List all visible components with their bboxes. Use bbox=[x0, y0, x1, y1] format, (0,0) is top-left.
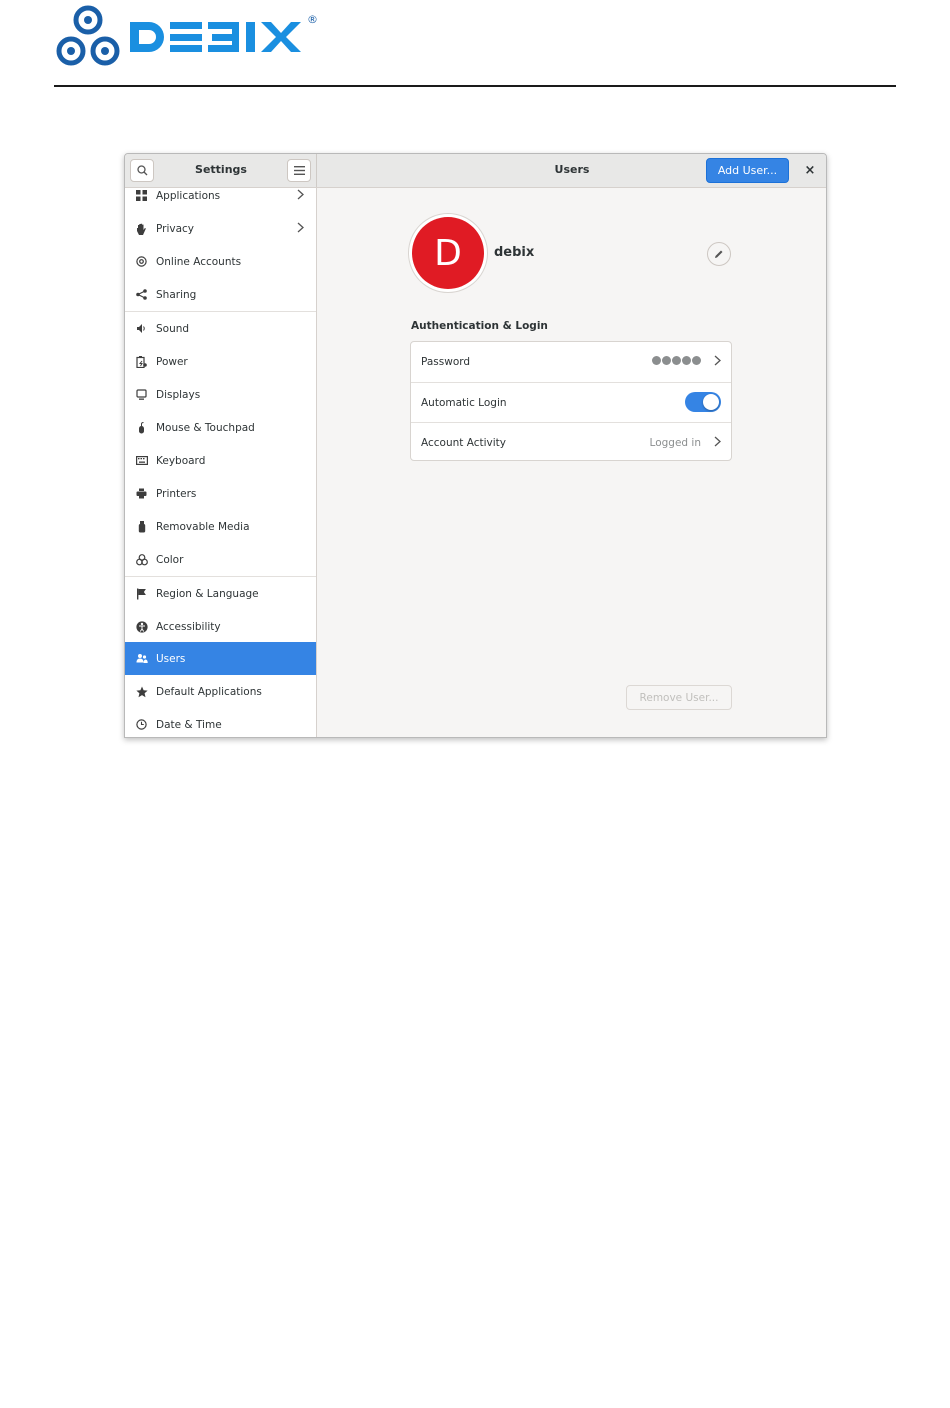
accessibility-icon bbox=[135, 620, 148, 633]
sidebar-item-accessibility[interactable]: Accessibility bbox=[125, 610, 316, 643]
battery-icon bbox=[135, 355, 148, 368]
sidebar-item-label: Applications bbox=[156, 189, 221, 202]
switch-knob bbox=[703, 394, 719, 410]
add-user-button[interactable]: Add User... bbox=[706, 158, 789, 183]
flag-icon bbox=[135, 587, 148, 600]
sidebar-item-mouse-touchpad[interactable]: Mouse & Touchpad bbox=[125, 411, 316, 444]
sidebar-item-label: Sound bbox=[156, 322, 190, 335]
username: debix bbox=[494, 245, 535, 260]
at-icon bbox=[135, 255, 148, 268]
search-icon bbox=[136, 165, 147, 176]
sidebar-item-privacy[interactable]: Privacy bbox=[125, 212, 316, 245]
auth-list: Password Automatic Login Account Activit… bbox=[410, 341, 732, 461]
automatic-login-switch[interactable] bbox=[685, 392, 721, 412]
sidebar-item-label: Mouse & Touchpad bbox=[156, 421, 255, 434]
row-label: Automatic Login bbox=[421, 396, 507, 409]
sidebar-item-removable-media[interactable]: Removable Media bbox=[125, 510, 316, 543]
row-label: Account Activity bbox=[421, 436, 506, 449]
sidebar-item-label: Power bbox=[156, 355, 188, 368]
sidebar-item-date-time[interactable]: Date & Time bbox=[125, 708, 316, 737]
close-button[interactable]: × bbox=[801, 162, 819, 180]
hand-icon bbox=[135, 222, 148, 235]
sidebar-item-printers[interactable]: Printers bbox=[125, 477, 316, 510]
sidebar-item-label: Online Accounts bbox=[156, 255, 242, 268]
chevron-right-icon bbox=[714, 436, 721, 447]
usb-icon bbox=[135, 520, 148, 533]
speaker-icon bbox=[135, 322, 148, 335]
sidebar-item-label: Displays bbox=[156, 388, 201, 401]
account-activity-value: Logged in bbox=[649, 436, 701, 449]
hamburger-icon bbox=[293, 166, 305, 175]
share-icon bbox=[135, 288, 148, 301]
users-icon bbox=[135, 652, 148, 665]
sidebar-item-label: Privacy bbox=[156, 222, 195, 235]
sidebar-item-displays[interactable]: Displays bbox=[125, 378, 316, 411]
sidebar-item-keyboard[interactable]: Keyboard bbox=[125, 444, 316, 477]
avatar-letter: D bbox=[434, 232, 462, 274]
sidebar-item-users[interactable]: Users bbox=[125, 642, 316, 675]
sidebar-item-color[interactable]: Color bbox=[125, 543, 316, 576]
sidebar-item-power[interactable]: Power bbox=[125, 345, 316, 378]
sidebar-item-label: Date & Time bbox=[156, 718, 222, 731]
header-rule bbox=[54, 85, 896, 87]
sidebar-item-label: Default Applications bbox=[156, 685, 262, 698]
automatic-login-row: Automatic Login bbox=[411, 382, 731, 422]
sidebar-item-label: Printers bbox=[156, 487, 197, 500]
row-label: Password bbox=[421, 356, 471, 368]
sidebar-item-label: Accessibility bbox=[156, 620, 221, 633]
edit-name-button[interactable] bbox=[707, 242, 731, 266]
sidebar-item-label: Removable Media bbox=[156, 520, 250, 533]
registered-mark: ® bbox=[307, 13, 318, 26]
clock-icon bbox=[135, 718, 148, 731]
settings-window: Settings Users Add User... × Application… bbox=[124, 153, 827, 738]
sidebar: Applications Privacy Online Accounts Sha… bbox=[125, 188, 317, 737]
keyboard-icon bbox=[135, 454, 148, 467]
sidebar-item-sound[interactable]: Sound bbox=[125, 312, 316, 345]
chevron-right-icon bbox=[297, 189, 304, 200]
sidebar-item-applications[interactable]: Applications bbox=[125, 179, 316, 212]
password-row[interactable]: Password bbox=[411, 342, 731, 382]
sidebar-item-online-accounts[interactable]: Online Accounts bbox=[125, 245, 316, 278]
sidebar-title: Settings bbox=[195, 163, 247, 176]
password-dots bbox=[652, 356, 701, 365]
chevron-right-icon bbox=[714, 355, 721, 366]
sidebar-item-label: Users bbox=[156, 652, 186, 665]
sidebar-item-label: Sharing bbox=[156, 288, 197, 301]
mouse-icon bbox=[135, 421, 148, 434]
sidebar-item-default-applications[interactable]: Default Applications bbox=[125, 675, 316, 708]
debix-logo: ® bbox=[56, 5, 318, 66]
pencil-icon bbox=[715, 250, 723, 258]
section-title: Authentication & Login bbox=[411, 320, 548, 332]
sidebar-item-sharing[interactable]: Sharing bbox=[125, 278, 316, 311]
avatar[interactable]: D bbox=[412, 217, 484, 289]
chevron-right-icon bbox=[297, 222, 304, 233]
account-activity-row[interactable]: Account Activity Logged in bbox=[411, 422, 731, 462]
star-icon bbox=[135, 685, 148, 698]
sidebar-item-label: Region & Language bbox=[156, 587, 259, 600]
sidebar-item-label: Color bbox=[156, 553, 184, 566]
apps-icon bbox=[135, 189, 148, 202]
sidebar-item-region-language[interactable]: Region & Language bbox=[125, 577, 316, 610]
remove-user-button[interactable]: Remove User... bbox=[626, 685, 732, 710]
printer-icon bbox=[135, 487, 148, 500]
monitor-icon bbox=[135, 388, 148, 401]
color-icon bbox=[135, 553, 148, 566]
sidebar-item-label: Keyboard bbox=[156, 454, 206, 467]
